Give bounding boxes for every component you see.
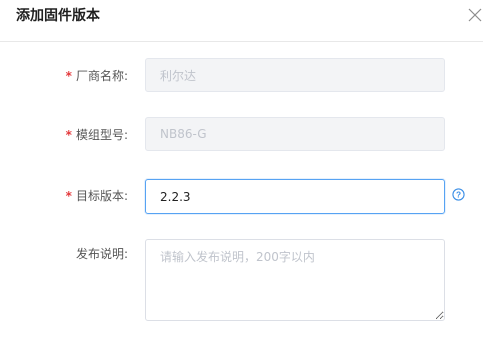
close-icon[interactable] (468, 8, 482, 22)
module-model-label: * 模组型号: (66, 127, 128, 143)
form-row-manufacturer: * 厂商名称: (0, 58, 483, 94)
svg-text:?: ? (456, 190, 461, 200)
release-notes-textarea[interactable] (145, 239, 445, 321)
dialog-title: 添加固件版本 (16, 8, 100, 24)
form-row-module-model: * 模组型号: (0, 117, 483, 153)
manufacturer-input[interactable] (145, 58, 445, 92)
release-notes-label: 发布说明: (75, 247, 128, 261)
required-star: * (65, 189, 72, 203)
question-circle-icon[interactable]: ? (452, 188, 465, 201)
manufacturer-label: * 厂商名称: (66, 68, 128, 84)
module-model-input[interactable] (145, 117, 445, 151)
dialog-header: 添加固件版本 (0, 0, 483, 42)
target-version-input[interactable] (145, 179, 445, 214)
manufacturer-label-text: 厂商名称: (75, 69, 128, 83)
add-firmware-version-dialog: 添加固件版本 *厂商名称: *模组型号: *目标版本: ? 发布说明: (0, 0, 483, 341)
required-star: * (65, 128, 72, 142)
module-model-label-text: 模组型号: (75, 128, 128, 142)
required-star: * (65, 69, 72, 83)
target-version-label: * 目标版本: (66, 188, 128, 204)
form-row-release-notes: 发布说明: (0, 239, 483, 323)
form-row-target-version: *目标版本: ? (0, 179, 483, 215)
target-version-label-text: 目标版本: (75, 189, 128, 203)
